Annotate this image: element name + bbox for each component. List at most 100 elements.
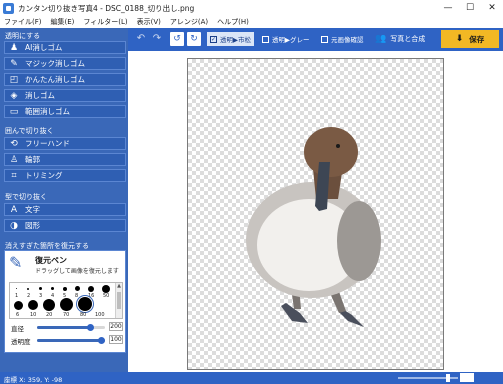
brush-size-label: 20 bbox=[46, 312, 53, 318]
text-cut-button[interactable]: A 文字 bbox=[4, 203, 126, 216]
duck-eye bbox=[336, 144, 340, 148]
brush-size-label: 50 bbox=[103, 293, 110, 299]
rotate-right-icon[interactable]: ↻ bbox=[187, 32, 201, 46]
bg-gray-button[interactable]: 透明▶グレー bbox=[259, 32, 313, 46]
contour-label: 輪郭 bbox=[25, 155, 40, 164]
scroll-thumb[interactable] bbox=[117, 292, 121, 309]
ai-eraser-label: AI消しゴム bbox=[25, 43, 63, 52]
brush-size-picker: 1 2 3 4 5 8 16 50 6 10 20 70 80 100 ▲ bbox=[9, 282, 123, 319]
range-eraser-button[interactable]: ▭ 範囲消しゴム bbox=[4, 105, 126, 118]
ai-eraser-button[interactable]: ♟ AI消しゴム bbox=[4, 41, 126, 54]
eraser-button[interactable]: ◈ 消しゴム bbox=[4, 89, 126, 102]
brush-scrollbar[interactable]: ▲ bbox=[115, 283, 122, 318]
brush-dot[interactable] bbox=[60, 298, 73, 311]
brush-dot[interactable] bbox=[28, 300, 38, 310]
save-download-icon: ⬇ bbox=[455, 34, 464, 44]
maximize-button[interactable]: ☐ bbox=[459, 0, 481, 16]
rotate-left-icon[interactable]: ↺ bbox=[170, 32, 184, 46]
bg-checker-button[interactable]: ✓ 透明▶市松 bbox=[207, 32, 254, 46]
freehand-button[interactable]: ⟲ フリーハンド bbox=[4, 137, 126, 150]
checkbox-checked-icon: ✓ bbox=[210, 35, 217, 43]
brush-dot[interactable] bbox=[102, 285, 110, 293]
diameter-slider[interactable] bbox=[37, 324, 105, 331]
people-icon: 👥 bbox=[375, 34, 387, 44]
menu-edit[interactable]: 編集(E) bbox=[51, 17, 75, 27]
eraser-label: 消しゴム bbox=[25, 91, 55, 100]
magic-eraser-label: マジック消しゴム bbox=[25, 59, 85, 68]
brush-dot[interactable] bbox=[27, 288, 29, 290]
bg-checker-label: 透明▶市松 bbox=[220, 36, 251, 44]
magic-eraser-button[interactable]: ✎ マジック消しゴム bbox=[4, 57, 126, 70]
easy-eraser-label: かんたん消しゴム bbox=[25, 75, 85, 84]
brush-dot[interactable] bbox=[88, 286, 94, 292]
opacity-slider[interactable] bbox=[37, 337, 105, 344]
minimize-button[interactable]: — bbox=[437, 0, 459, 16]
menu-file[interactable]: ファイル(F) bbox=[4, 17, 42, 27]
toolbar: ↶ ↷ ↺ ↻ ✓ 透明▶市松 透明▶グレー 元画像確認 👥 写真と合成 ⬇ 保… bbox=[128, 28, 503, 51]
undo-icon[interactable]: ↶ bbox=[134, 32, 148, 46]
brush-size-label: 80 bbox=[80, 312, 87, 318]
restore-pen-title: 復元ペン bbox=[35, 256, 67, 265]
cursor-coordinates: 座標 X: 359, Y: -98 bbox=[4, 376, 63, 384]
zoom-slider[interactable] bbox=[398, 374, 458, 382]
brush-dot[interactable] bbox=[14, 301, 23, 310]
shape-cut-label: 図形 bbox=[25, 221, 40, 230]
menu-help[interactable]: ヘルプ(H) bbox=[217, 17, 249, 27]
brush-dot[interactable] bbox=[63, 287, 67, 291]
brush-size-label: 10 bbox=[30, 312, 37, 318]
brush-dot[interactable] bbox=[43, 299, 55, 311]
crop-icon: ⌗ bbox=[11, 170, 17, 181]
menu-view[interactable]: 表示(V) bbox=[137, 17, 161, 27]
duck-wing bbox=[337, 201, 381, 281]
brush-size-label: 1 bbox=[15, 293, 19, 299]
diameter-slider-knob[interactable] bbox=[87, 324, 94, 331]
redo-icon[interactable]: ↷ bbox=[150, 32, 164, 46]
easy-eraser-icon: ◰ bbox=[9, 74, 19, 85]
text-cut-label: 文字 bbox=[25, 205, 40, 214]
close-button[interactable]: ✕ bbox=[481, 0, 503, 16]
checkbox-icon bbox=[262, 35, 269, 43]
brush-dot-selected[interactable] bbox=[76, 295, 94, 313]
diameter-value[interactable]: 200 bbox=[109, 322, 123, 331]
zoom-slider-knob[interactable] bbox=[446, 374, 450, 382]
opacity-row: 透明度 100 bbox=[9, 335, 123, 346]
status-bar: 座標 X: 359, Y: -98 bbox=[0, 372, 503, 384]
brush-size-label: 8 bbox=[75, 293, 79, 299]
scroll-up-icon[interactable]: ▲ bbox=[116, 283, 122, 290]
opacity-slider-knob[interactable] bbox=[98, 337, 105, 344]
diameter-label: 直径 bbox=[11, 325, 24, 333]
image-canvas[interactable] bbox=[187, 58, 444, 370]
text-icon: A bbox=[10, 204, 18, 215]
diameter-row: 直径 200 bbox=[9, 322, 123, 333]
duck-head bbox=[304, 127, 358, 177]
restore-header[interactable]: ✎ 復元ペン ドラッグして画像を復元します bbox=[5, 251, 125, 281]
brush-dot[interactable] bbox=[75, 286, 80, 291]
range-eraser-label: 範囲消しゴム bbox=[25, 107, 70, 116]
brush-size-label: 70 bbox=[63, 312, 70, 318]
opacity-slider-fill bbox=[37, 339, 105, 342]
brush-dot[interactable] bbox=[39, 287, 42, 290]
shape-cut-button[interactable]: ◑ 図形 bbox=[4, 219, 126, 232]
menu-arrange[interactable]: アレンジ(A) bbox=[170, 17, 208, 27]
contour-button[interactable]: ♙ 輪郭 bbox=[4, 153, 126, 166]
bg-original-button[interactable]: 元画像確認 bbox=[318, 32, 367, 46]
menu-filter[interactable]: フィルター(L) bbox=[83, 17, 127, 27]
easy-eraser-button[interactable]: ◰ かんたん消しゴム bbox=[4, 73, 126, 86]
contour-person-icon: ♙ bbox=[9, 154, 19, 165]
zoom-value[interactable] bbox=[460, 373, 474, 382]
brush-size-label: 4 bbox=[51, 293, 55, 299]
menu-bar: ファイル(F) 編集(E) フィルター(L) 表示(V) アレンジ(A) ヘルプ… bbox=[0, 16, 503, 28]
save-label: 保存 bbox=[469, 34, 485, 44]
section-enclose-label: 囲んで切り抜く bbox=[5, 127, 54, 135]
duck-image bbox=[246, 127, 381, 327]
brush-dot[interactable] bbox=[16, 288, 17, 289]
brush-size-label: 2 bbox=[27, 293, 31, 299]
opacity-value[interactable]: 100 bbox=[109, 335, 123, 344]
brush-size-label: 3 bbox=[39, 293, 43, 299]
save-button[interactable]: ⬇ 保存 bbox=[441, 30, 499, 48]
trimming-button[interactable]: ⌗ トリミング bbox=[4, 169, 126, 182]
compose-label: 写真と合成 bbox=[390, 35, 426, 43]
compose-button[interactable]: 👥 写真と合成 bbox=[375, 31, 437, 47]
brush-dot[interactable] bbox=[51, 287, 54, 290]
lasso-icon: ⟲ bbox=[10, 138, 18, 149]
